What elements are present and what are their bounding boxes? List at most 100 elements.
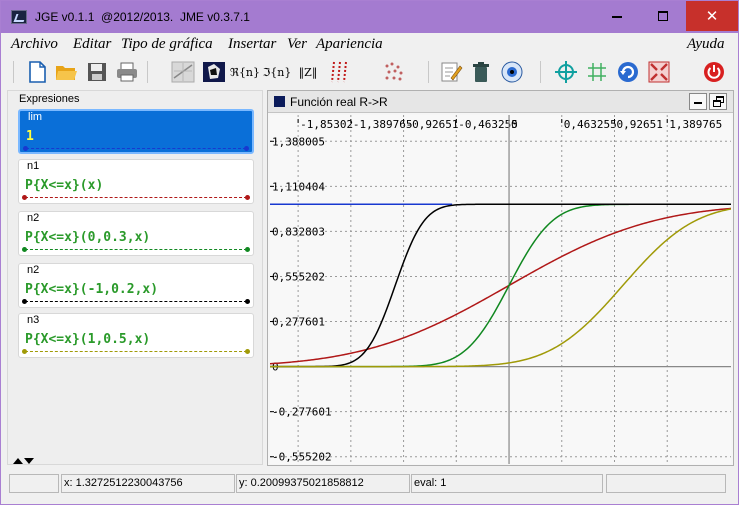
toolbar-separator bbox=[428, 61, 429, 83]
status-y: y: 0.20099375021858812 bbox=[236, 474, 410, 493]
panel-scroll-arrows[interactable] bbox=[12, 457, 36, 467]
expression-card-lim[interactable]: lim 1 bbox=[18, 109, 254, 154]
maximize-button[interactable] bbox=[640, 1, 686, 31]
modulus-icon: ‖Z‖ bbox=[298, 65, 318, 79]
status-empty-right bbox=[606, 474, 726, 493]
expression-name: n2 bbox=[27, 212, 40, 224]
expression-card-n3[interactable]: n3 P{X<=x}(1,0.5,x) bbox=[18, 313, 254, 358]
minimize-icon bbox=[694, 102, 702, 104]
grid-button[interactable] bbox=[583, 58, 611, 86]
exit-icon bbox=[704, 62, 724, 82]
expression-color-line bbox=[22, 349, 250, 354]
roots-button[interactable] bbox=[326, 58, 354, 86]
refresh-button[interactable] bbox=[614, 58, 642, 86]
y-tick-label: -0,555202 bbox=[272, 451, 332, 464]
graph-2d-icon bbox=[171, 61, 195, 83]
menu-ver[interactable]: Ver bbox=[287, 36, 307, 53]
close-icon: ✕ bbox=[705, 8, 719, 25]
fit-button[interactable] bbox=[645, 58, 673, 86]
expression-card-n1[interactable]: n1 P{X<=x}(x) bbox=[18, 159, 254, 204]
imaginary-part-button[interactable]: ℑ{n} bbox=[263, 58, 292, 86]
expressions-panel: Expresiones lim 1 n1 P{X<=x}(x) n2 P{X<=… bbox=[7, 90, 263, 465]
toolbar: ℜ{n} ℑ{n} ‖Z‖ bbox=[1, 55, 738, 89]
trash-icon bbox=[473, 62, 489, 82]
expression-name: lim bbox=[28, 111, 43, 123]
expression-formula[interactable]: P{X<=x}(0,0.3,x) bbox=[25, 230, 150, 245]
save-icon bbox=[88, 63, 106, 81]
graph-3d-icon bbox=[203, 62, 225, 82]
open-folder-button[interactable] bbox=[52, 58, 80, 86]
print-button[interactable] bbox=[113, 58, 141, 86]
menu-apariencia[interactable]: Apariencia bbox=[316, 36, 383, 53]
graph-3d-button[interactable] bbox=[200, 58, 228, 86]
menu-tipo-de-grafica[interactable]: Tipo de gráfica bbox=[121, 36, 213, 53]
expression-color-line bbox=[22, 247, 250, 252]
close-button[interactable]: ✕ bbox=[686, 1, 738, 31]
expression-formula[interactable]: 1 bbox=[26, 129, 34, 144]
new-file-icon bbox=[29, 61, 46, 83]
y-tick-label: -0,277601 bbox=[272, 406, 332, 419]
x-tick-label: 0,92651 bbox=[616, 118, 662, 131]
x-tick-label: -0,92651 bbox=[406, 118, 459, 131]
status-eval: eval: 1 bbox=[411, 474, 603, 493]
graph-title-bar[interactable]: Función real R->R bbox=[268, 91, 733, 113]
title-bar[interactable]: JGE v0.1.1 @2012/2013. JME v0.3.7.1 ✕ bbox=[1, 1, 738, 33]
expression-name: n2 bbox=[27, 264, 40, 276]
window-title: JGE v0.1.1 @2012/2013. JME v0.3.7.1 bbox=[35, 10, 250, 24]
eye-button[interactable] bbox=[498, 58, 526, 86]
expression-name: n3 bbox=[27, 314, 40, 326]
expression-card-n2[interactable]: n2 P{X<=x}(0,0.3,x) bbox=[18, 211, 254, 256]
expression-color-line bbox=[22, 299, 250, 304]
expression-formula[interactable]: P{X<=x}(x) bbox=[25, 178, 103, 193]
toolbar-separator bbox=[540, 61, 541, 83]
maximize-icon bbox=[658, 11, 668, 21]
series-line-2 bbox=[270, 203, 731, 368]
y-tick-label: 1,110404 bbox=[272, 180, 325, 193]
expression-formula[interactable]: P{X<=x}(-1,0.2,x) bbox=[25, 282, 158, 297]
toolbar-separator bbox=[147, 61, 148, 83]
x-tick-label: 0,463255 bbox=[564, 118, 617, 131]
graph-title: Función real R->R bbox=[290, 95, 388, 109]
x-tick-label: -1,85302 bbox=[300, 118, 353, 131]
exit-button[interactable] bbox=[700, 58, 728, 86]
y-tick-label: 0,277601 bbox=[272, 316, 325, 329]
crosshair-button[interactable] bbox=[552, 58, 580, 86]
menu-ayuda[interactable]: Ayuda bbox=[687, 36, 725, 53]
status-x: x: 1.3272512230043756 bbox=[61, 474, 235, 493]
scroll-arrows-icon bbox=[13, 458, 34, 464]
expression-formula[interactable]: P{X<=x}(1,0.5,x) bbox=[25, 332, 150, 347]
plot-area[interactable]: -1,85302 -1,389765 -0,92651 -0,463255 0 0,463… bbox=[270, 115, 731, 464]
menu-insertar[interactable]: Insertar bbox=[228, 36, 276, 53]
real-part-button[interactable]: ℜ{n} bbox=[229, 58, 261, 86]
y-tick-label: 0,832803 bbox=[272, 225, 325, 238]
series-line-3 bbox=[270, 203, 731, 368]
points-button[interactable] bbox=[380, 58, 408, 86]
modulus-button[interactable]: ‖Z‖ bbox=[294, 58, 322, 86]
minimize-button[interactable] bbox=[594, 1, 640, 31]
real-part-icon: ℜ{n} bbox=[229, 65, 261, 79]
edit-icon bbox=[441, 62, 463, 82]
eye-icon bbox=[501, 61, 523, 83]
graph-minimize-button[interactable] bbox=[689, 93, 707, 110]
edit-button[interactable] bbox=[437, 58, 465, 86]
new-file-button[interactable] bbox=[23, 58, 51, 86]
trash-button[interactable] bbox=[467, 58, 495, 86]
x-tick-label: 0 bbox=[511, 118, 518, 131]
print-icon bbox=[117, 62, 137, 82]
graph-window: Función real R->R -1,85302 -1,389765 -0,92… bbox=[267, 90, 734, 466]
y-tick-label: 0,555202 bbox=[272, 270, 325, 283]
status-bar: x: 1.3272512230043756 y: 0.2009937502185… bbox=[1, 471, 738, 495]
open-folder-icon bbox=[56, 66, 77, 80]
y-tick-label: 1,388005 bbox=[272, 135, 325, 148]
graph-2d-button[interactable] bbox=[169, 58, 197, 86]
plot-svg: -1,85302 -1,389765-0,92651 -0,4632550 0,463… bbox=[270, 115, 731, 464]
menu-editar[interactable]: Editar bbox=[73, 36, 111, 53]
graph-restore-button[interactable] bbox=[709, 93, 727, 110]
expressions-header: Expresiones bbox=[19, 93, 80, 105]
fit-icon bbox=[648, 61, 670, 83]
menu-archivo[interactable]: Archivo bbox=[11, 36, 58, 53]
refresh-icon bbox=[618, 62, 638, 82]
series-line-4 bbox=[270, 208, 731, 368]
expression-card-n2-b[interactable]: n2 P{X<=x}(-1,0.2,x) bbox=[18, 263, 254, 308]
save-button[interactable] bbox=[83, 58, 111, 86]
